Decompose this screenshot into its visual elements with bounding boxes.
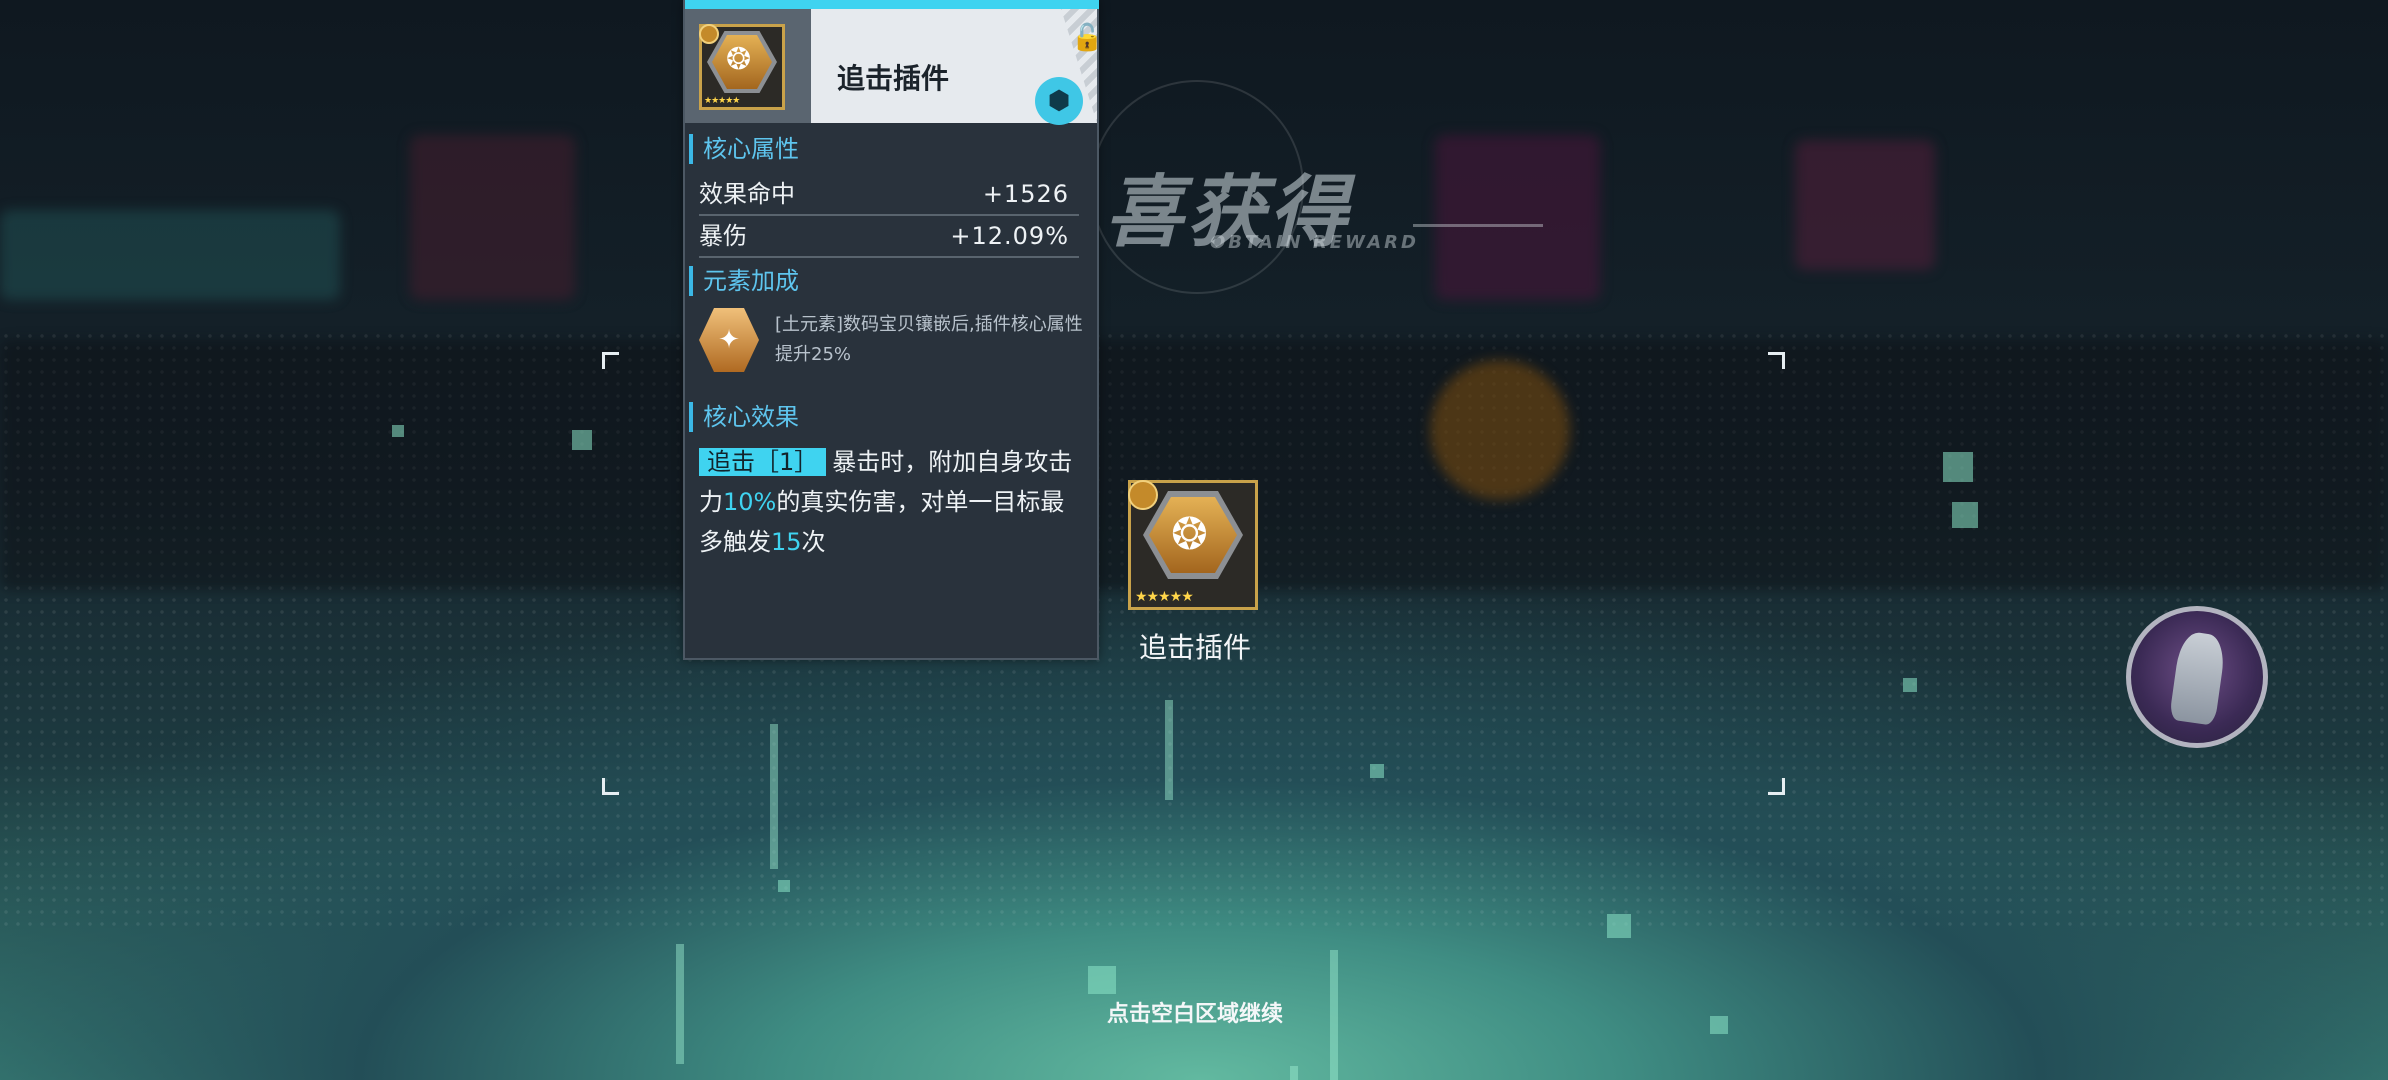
- reward-stars: ★★★★★: [1135, 589, 1194, 605]
- element-bonus-heading: 元素加成: [689, 266, 799, 296]
- deco-square: [778, 880, 790, 892]
- element-bonus-description: [土元素]数码宝贝镶嵌后,插件核心属性提升25%: [775, 314, 1083, 365]
- reward-item-icon[interactable]: ❂ ★★★★★: [1128, 480, 1258, 610]
- deco-bar: [1165, 700, 1173, 800]
- bg-panel-left: [0, 210, 340, 300]
- stat-value: +1526: [982, 180, 1069, 208]
- floating-avatar-button[interactable]: [2126, 606, 2268, 748]
- rank-badge-icon: [1128, 480, 1158, 510]
- effect-value-2: 15: [771, 528, 802, 556]
- deco-bar: [1290, 1066, 1298, 1080]
- item-stars: ★★★★★: [704, 96, 740, 106]
- corner-bracket-bl: [602, 778, 619, 795]
- effect-tag: 追击［1］: [699, 448, 827, 476]
- deco-bar: [676, 944, 684, 1064]
- pursuit-symbol-icon: ❂: [726, 42, 752, 77]
- stat-row-effect-hit: 效果命中 +1526: [699, 174, 1079, 216]
- reward-item-name: 追击插件: [1138, 631, 1251, 664]
- bg-card-1: [410, 135, 575, 300]
- deco-square: [572, 430, 592, 450]
- effect-text-3: 次: [801, 528, 826, 556]
- card-top-accent-bar: [685, 0, 1099, 9]
- deco-square: [1088, 966, 1116, 994]
- deco-square: [1903, 678, 1917, 692]
- rank-badge-icon: [699, 24, 719, 44]
- lock-icon[interactable]: 🔓: [1071, 23, 1103, 53]
- deco-bar: [770, 724, 778, 869]
- corner-bracket-tr: [1768, 352, 1785, 369]
- stat-value: +12.09%: [950, 222, 1069, 250]
- deco-square: [1710, 1016, 1728, 1034]
- banner-divider: [1413, 224, 1543, 227]
- earth-element-icon: ✦: [699, 308, 759, 372]
- deco-square: [1370, 764, 1384, 778]
- bg-card-3: [1795, 140, 1935, 270]
- banner-subtitle: OBTAIN REWARD: [1210, 232, 1419, 253]
- deco-square: [1607, 914, 1631, 938]
- deco-square: [392, 425, 404, 437]
- core-effect-heading: 核心效果: [689, 402, 799, 432]
- deco-square: [1943, 452, 1973, 482]
- stat-row-crit-damage: 暴伤 +12.09%: [699, 216, 1079, 258]
- tap-to-continue-hint[interactable]: 点击空白区域继续: [1060, 996, 1330, 1028]
- corner-bracket-tl: [602, 352, 619, 369]
- item-icon: ❂ ★★★★★: [699, 24, 785, 110]
- stat-label: 效果命中: [699, 180, 795, 208]
- stat-label: 暴伤: [699, 222, 747, 250]
- corner-bracket-br: [1768, 778, 1785, 795]
- pursuit-symbol-icon: ❂: [1171, 509, 1208, 560]
- deco-bar: [1330, 950, 1338, 1080]
- core-effect-text: 追击［1］ 暴击时，附加自身攻击力10%的真实伤害，对单一目标最多触发15次: [699, 442, 1085, 562]
- bg-glow-orange: [1430, 360, 1570, 500]
- card-header: ❂ ★★★★★ 追击插件 🔓 ⬢: [685, 9, 1103, 125]
- avatar-figure: [2168, 630, 2228, 726]
- effect-value-1: 10%: [723, 488, 777, 516]
- reward-banner: 喜获得 OBTAIN REWARD: [1090, 80, 1650, 294]
- core-attributes-heading: 核心属性: [689, 134, 799, 164]
- item-detail-card: ❂ ★★★★★ 追击插件 🔓 ⬢ 核心属性 效果命中 +1526 暴伤 +12.…: [683, 0, 1103, 660]
- cube-icon[interactable]: ⬢: [1035, 77, 1083, 125]
- item-name: 追击插件: [837, 62, 950, 95]
- deco-square: [1952, 502, 1978, 528]
